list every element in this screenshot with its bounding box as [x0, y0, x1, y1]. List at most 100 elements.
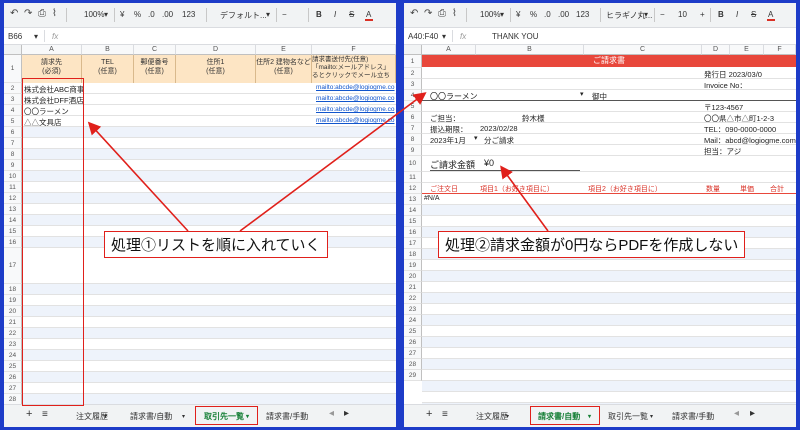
header-cell-mail[interactable]: 請求書送付先(任意) 「mailto:メールアドレス」 るとクリックでメール立ち: [312, 55, 396, 83]
table-row[interactable]: [422, 271, 796, 282]
tabs-scroll-right-icon[interactable]: ▸: [344, 408, 349, 419]
bold-button[interactable]: B: [718, 10, 724, 19]
row-header[interactable]: 19: [4, 295, 22, 306]
row-header[interactable]: 11: [4, 182, 22, 193]
redo-icon[interactable]: ↷: [424, 8, 432, 19]
col-header-e[interactable]: E: [730, 45, 764, 55]
number-format-button[interactable]: 123: [182, 10, 195, 19]
table-row[interactable]: [422, 282, 796, 293]
table-row[interactable]: 発行日 2023/03/0: [422, 68, 796, 79]
italic-button[interactable]: I: [736, 10, 738, 19]
tab-dropdown-icon[interactable]: ▾: [182, 413, 185, 420]
strikethrough-button[interactable]: S: [751, 10, 756, 19]
name-box-dropdown-icon[interactable]: ▾: [34, 32, 38, 41]
row-header[interactable]: 2: [404, 68, 422, 79]
row-header[interactable]: 11: [404, 172, 422, 183]
row-header[interactable]: 1: [404, 55, 422, 68]
font-size-minus-icon[interactable]: −: [282, 10, 287, 19]
table-row[interactable]: [422, 293, 796, 304]
row-header[interactable]: 22: [404, 293, 422, 304]
font-size-minus-icon[interactable]: −: [660, 10, 665, 19]
row-header[interactable]: 14: [4, 215, 22, 226]
row-header[interactable]: 23: [4, 339, 22, 350]
mail-link[interactable]: mailto:abcde@logiogme.co: [316, 84, 395, 91]
row-header[interactable]: 15: [4, 226, 22, 237]
zoom-select[interactable]: 100%: [480, 10, 500, 19]
tab-order-history[interactable]: 注文履歴: [476, 411, 508, 422]
row-header[interactable]: 17: [4, 248, 22, 284]
row-header[interactable]: 24: [4, 350, 22, 361]
tabs-scroll-right-icon[interactable]: ▸: [750, 408, 755, 419]
all-sheets-button[interactable]: ≡: [42, 409, 48, 420]
font-size-plus-icon[interactable]: +: [700, 10, 705, 19]
row-header[interactable]: 6: [404, 112, 422, 123]
tab-dropdown-icon[interactable]: ▾: [506, 413, 509, 420]
row-header[interactable]: 4: [4, 105, 22, 116]
italic-button[interactable]: I: [334, 10, 336, 19]
tab-invoice-auto[interactable]: 請求書/自動: [130, 411, 172, 422]
increase-decimal-button[interactable]: .00: [558, 10, 569, 19]
print-icon[interactable]: ⎙: [438, 8, 446, 19]
row-header[interactable]: 14: [404, 205, 422, 216]
row-header[interactable]: 5: [404, 101, 422, 112]
mail-link[interactable]: mailto:abcde@logiogme.co: [316, 95, 395, 102]
row-header[interactable]: 13: [404, 194, 422, 205]
tab-invoice-manual[interactable]: 請求書/手動: [672, 411, 714, 422]
row-header[interactable]: 8: [404, 134, 422, 145]
row-header[interactable]: 18: [4, 284, 22, 295]
col-header-b[interactable]: B: [476, 45, 584, 55]
row-header[interactable]: 21: [404, 282, 422, 293]
text-color-button[interactable]: A: [366, 10, 371, 19]
all-sheets-button[interactable]: ≡: [442, 409, 448, 420]
period-dropdown-icon[interactable]: ▾: [474, 134, 478, 142]
table-row[interactable]: [422, 337, 796, 348]
print-icon[interactable]: ⎙: [38, 8, 46, 19]
row-header[interactable]: 12: [404, 183, 422, 194]
customer-dropdown-icon[interactable]: ▾: [580, 90, 584, 98]
tab-dropdown-icon[interactable]: ▾: [650, 413, 653, 420]
row-header[interactable]: 9: [4, 160, 22, 171]
row-header[interactable]: 16: [4, 237, 22, 248]
table-row[interactable]: [422, 172, 796, 183]
paint-format-icon[interactable]: ⌇: [452, 8, 457, 19]
row-header[interactable]: 17: [404, 238, 422, 249]
row-header[interactable]: 19: [404, 260, 422, 271]
bold-button[interactable]: B: [316, 10, 322, 19]
table-row[interactable]: #N/A: [422, 194, 796, 205]
increase-decimal-button[interactable]: .00: [162, 10, 173, 19]
row-header[interactable]: 28: [404, 359, 422, 370]
font-dropdown-icon[interactable]: ▾: [266, 10, 270, 19]
col-header-d[interactable]: D: [702, 45, 730, 55]
col-header-c[interactable]: C: [134, 45, 176, 55]
row-header[interactable]: 25: [404, 326, 422, 337]
number-format-button[interactable]: 123: [576, 10, 589, 19]
row-header[interactable]: 12: [4, 193, 22, 204]
row-header[interactable]: 22: [4, 328, 22, 339]
table-row[interactable]: ご担当： 鈴木様 〇〇県△市△町1-2-3: [422, 112, 796, 123]
header-cell-tel[interactable]: TEL (任意): [82, 55, 134, 83]
currency-button[interactable]: ¥: [516, 10, 520, 19]
row-header[interactable]: 26: [4, 372, 22, 383]
table-row[interactable]: [422, 381, 796, 392]
col-header-d[interactable]: D: [176, 45, 256, 55]
header-cell-address2[interactable]: 住所2 建物名など (任意): [256, 55, 312, 83]
col-header-c[interactable]: C: [584, 45, 702, 55]
row-header[interactable]: 10: [404, 156, 422, 172]
table-row[interactable]: [422, 205, 796, 216]
row-header[interactable]: 15: [404, 216, 422, 227]
text-color-button[interactable]: A: [768, 10, 773, 19]
table-row[interactable]: [422, 260, 796, 271]
row-header[interactable]: 20: [404, 271, 422, 282]
row-header[interactable]: 1: [4, 55, 22, 83]
table-row[interactable]: [422, 370, 796, 381]
currency-button[interactable]: ¥: [120, 10, 124, 19]
na-error-cell[interactable]: #N/A: [424, 195, 440, 202]
strikethrough-button[interactable]: S: [349, 10, 354, 19]
name-box-dropdown-icon[interactable]: ▾: [442, 32, 446, 41]
row-header[interactable]: 8: [4, 149, 22, 160]
table-row[interactable]: [422, 304, 796, 315]
col-header-f[interactable]: F: [764, 45, 796, 55]
undo-icon[interactable]: ↶: [10, 8, 18, 19]
table-row[interactable]: ご注文日 項目1（お好き項目に） 項目2（お好き項目に） 数量 単価 合計: [422, 183, 796, 194]
header-cell-postal[interactable]: 郵便番号 (任意): [134, 55, 176, 83]
